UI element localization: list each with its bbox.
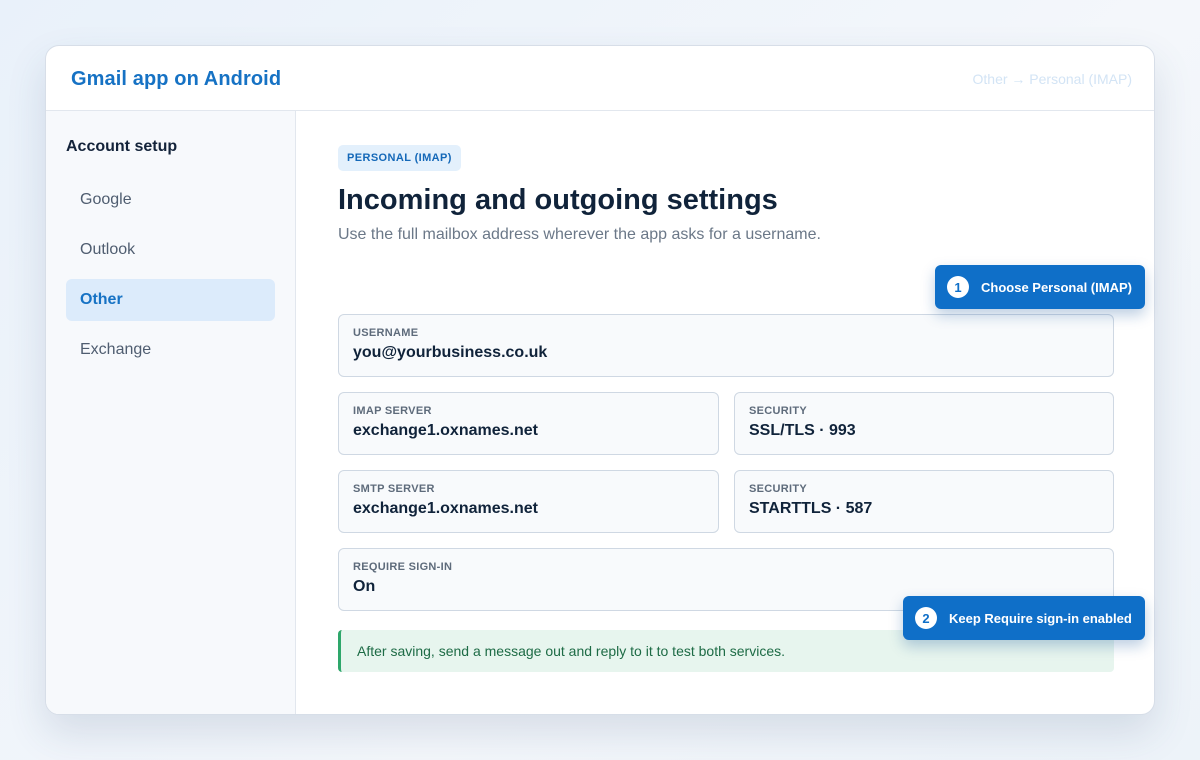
sidebar-item-label: Exchange — [80, 341, 152, 358]
callout-number: 1 — [947, 276, 969, 298]
imap-server-label: IMAP SERVER — [353, 405, 432, 417]
callout-text: Keep Require sign-in enabled — [949, 610, 1132, 626]
app-title: Gmail app on Android — [71, 68, 282, 90]
sidebar-item-google[interactable]: Google — [66, 179, 275, 221]
smtp-server-label: SMTP SERVER — [353, 483, 435, 495]
smtp-server-value: exchange1.oxnames.net — [353, 500, 538, 517]
page-title: Incoming and outgoing settings — [338, 184, 778, 216]
imap-security-field[interactable]: SECURITY SSL/TLS · 993 — [734, 392, 1114, 455]
imap-server-value: exchange1.oxnames.net — [353, 422, 538, 439]
smtp-server-field[interactable]: SMTP SERVER exchange1.oxnames.net — [338, 470, 719, 533]
smtp-security-value: STARTTLS · 587 — [749, 500, 873, 517]
sidebar-item-outlook[interactable]: Outlook — [66, 229, 275, 271]
callout-text: Choose Personal (IMAP) — [981, 279, 1132, 295]
app-header: Gmail app on Android Other → Personal (I… — [46, 46, 1154, 111]
callout-step-1: 1 Choose Personal (IMAP) — [935, 265, 1145, 309]
sidebar-item-label: Outlook — [80, 241, 136, 258]
username-field[interactable]: USERNAME you@yourbusiness.co.uk — [338, 314, 1114, 377]
require-signin-value: On — [353, 578, 376, 595]
imap-security-label: SECURITY — [749, 405, 808, 417]
require-signin-label: REQUIRE SIGN-IN — [353, 561, 453, 573]
callout-number: 2 — [915, 607, 937, 629]
smtp-security-label: SECURITY — [749, 483, 808, 495]
sidebar-item-exchange[interactable]: Exchange — [66, 329, 275, 371]
breadcrumb: Other → Personal (IMAP) — [972, 71, 1133, 87]
imap-server-field[interactable]: IMAP SERVER exchange1.oxnames.net — [338, 392, 719, 455]
page-subtitle: Use the full mailbox address wherever th… — [338, 226, 821, 243]
sidebar-item-label: Other — [80, 291, 123, 308]
sidebar-item-label: Google — [80, 191, 132, 208]
username-label: USERNAME — [353, 327, 419, 339]
username-value: you@yourbusiness.co.uk — [353, 344, 548, 361]
imap-security-value: SSL/TLS · 993 — [749, 422, 856, 439]
account-type-badge: PERSONAL (IMAP) — [338, 145, 461, 171]
sidebar: Account setup Google Outlook Other Excha… — [46, 111, 296, 714]
callout-step-2: 2 Keep Require sign-in enabled — [903, 596, 1145, 640]
smtp-security-field[interactable]: SECURITY STARTTLS · 587 — [734, 470, 1114, 533]
sidebar-heading: Account setup — [66, 138, 178, 155]
sidebar-item-other[interactable]: Other — [66, 279, 275, 321]
